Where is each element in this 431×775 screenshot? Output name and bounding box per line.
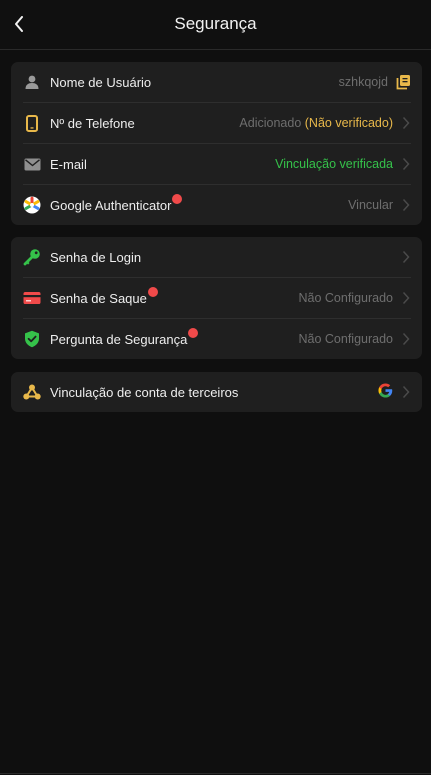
- email-label: E-mail: [50, 156, 87, 172]
- login-password-label: Senha de Login: [50, 249, 142, 265]
- username-label: Nome de Usuário: [50, 74, 152, 90]
- phone-icon: [23, 114, 41, 132]
- chevron-right-icon: [401, 198, 411, 212]
- chevron-right-icon: [401, 332, 411, 346]
- shield-icon: [23, 330, 41, 348]
- chevron-right-icon: [401, 116, 411, 130]
- withdraw-password-row[interactable]: Senha de Saque Não Configurado: [23, 278, 411, 319]
- phone-row[interactable]: Nº de Telefone Adicionado (Não verificad…: [23, 103, 411, 144]
- security-question-label: Pergunta de Segurança: [50, 331, 188, 347]
- google-icon: [378, 383, 393, 401]
- notification-dot: [188, 328, 199, 338]
- copy-icon[interactable]: [395, 74, 411, 90]
- password-section: Senha de Login Senha de Saque Não Config…: [11, 237, 422, 359]
- notification-dot: [147, 287, 158, 297]
- account-section: Nome de Usuário szhkqojd Nº de Telefone …: [11, 62, 422, 225]
- chevron-right-icon: [401, 385, 411, 399]
- chevron-right-icon: [401, 157, 411, 171]
- email-row[interactable]: E-mail Vinculação verificada: [23, 144, 411, 185]
- card-icon: [23, 289, 41, 307]
- security-question-status: Não Configurado: [298, 332, 393, 346]
- username-value: szhkqojd: [338, 75, 388, 89]
- withdraw-password-status: Não Configurado: [298, 291, 393, 305]
- username-row: Nome de Usuário szhkqojd: [23, 62, 411, 103]
- google-authenticator-action: Vincular: [348, 198, 393, 212]
- bottom-divider: [0, 773, 431, 774]
- chevron-right-icon: [401, 291, 411, 305]
- security-question-row[interactable]: Pergunta de Segurança Não Configurado: [23, 319, 411, 359]
- third-party-label: Vinculação de conta de terceiros: [50, 384, 239, 400]
- top-bar: Segurança: [0, 0, 431, 50]
- phone-added-text: Adicionado: [239, 116, 302, 130]
- chevron-right-icon: [401, 250, 411, 264]
- google-authenticator-row[interactable]: Google Authenticator Vincular: [23, 185, 411, 225]
- google-authenticator-label: Google Authenticator: [50, 197, 172, 213]
- google-authenticator-icon: [23, 196, 41, 214]
- third-party-section: Vinculação de conta de terceiros: [11, 372, 422, 412]
- share-network-icon: [23, 383, 41, 401]
- user-icon: [23, 73, 41, 91]
- key-icon: [23, 248, 41, 266]
- notification-dot: [172, 194, 183, 204]
- login-password-row[interactable]: Senha de Login: [23, 237, 411, 278]
- email-status: Vinculação verificada: [275, 157, 393, 171]
- withdraw-password-label: Senha de Saque: [50, 290, 147, 306]
- phone-value: Adicionado (Não verificado): [239, 116, 393, 130]
- page-title: Segurança: [174, 14, 257, 33]
- phone-label: Nº de Telefone: [50, 115, 135, 131]
- phone-status: (Não verificado): [304, 116, 393, 130]
- third-party-row[interactable]: Vinculação de conta de terceiros: [23, 372, 411, 412]
- email-icon: [23, 155, 41, 173]
